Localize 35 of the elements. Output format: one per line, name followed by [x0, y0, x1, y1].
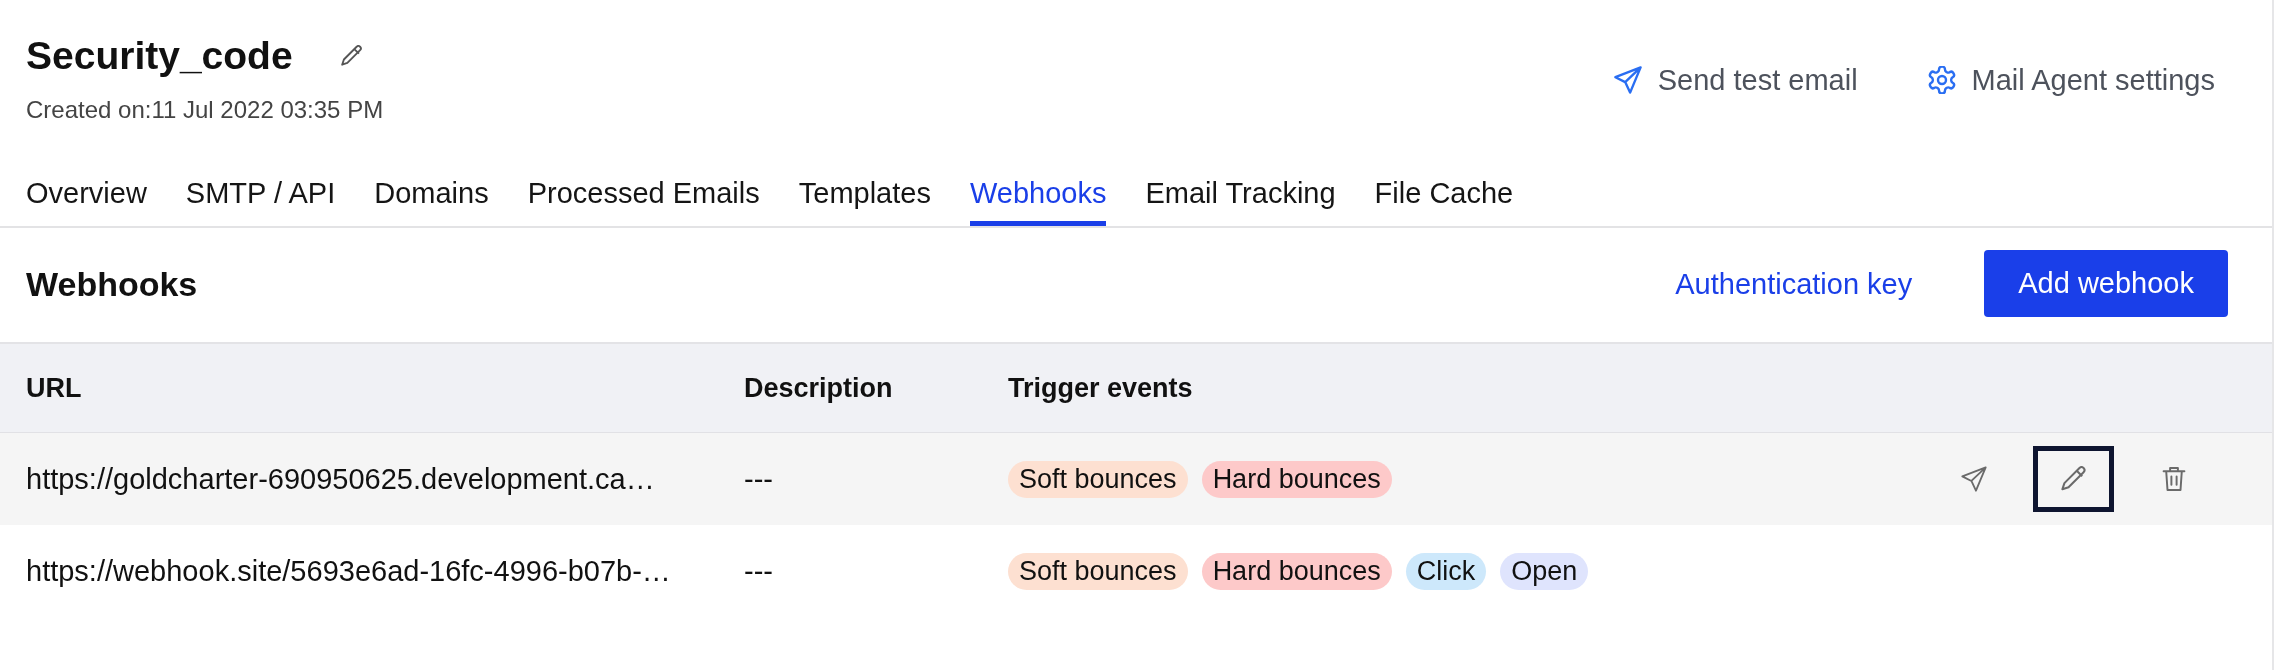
gear-icon — [1927, 66, 1956, 94]
column-header: Trigger events — [1008, 372, 1193, 404]
webhook-url: https://webhook.site/5693e6ad-16fc-4996-b07b-… — [26, 554, 671, 588]
tab[interactable]: Processed Emails — [527, 175, 760, 226]
pencil-icon[interactable] — [340, 45, 363, 67]
send-test-button[interactable]: Send test email — [1613, 60, 1858, 100]
tab[interactable]: Overview — [26, 175, 147, 226]
paper-plane-icon — [1613, 66, 1642, 94]
paper-plane-icon — [1960, 466, 1987, 492]
created-date: Created on:11 Jul 2022 03:35 PM — [26, 95, 384, 125]
tab[interactable]: SMTP / API — [185, 175, 336, 226]
event-tag: Hard bounces — [1201, 460, 1392, 498]
section-title: Webhooks — [26, 263, 198, 305]
settings-button[interactable]: Mail Agent settings — [1927, 60, 2215, 100]
tab[interactable]: File Cache — [1374, 175, 1514, 226]
tab[interactable]: Webhooks — [969, 175, 1107, 226]
edit-button[interactable] — [2033, 446, 2114, 512]
event-tag: Soft bounces — [1008, 460, 1188, 498]
event-tag: Hard bounces — [1201, 552, 1392, 590]
trash-icon — [2160, 466, 2187, 492]
tab[interactable]: Email Tracking — [1145, 175, 1336, 226]
description-text: --- — [744, 554, 773, 588]
column-header: Description — [744, 372, 893, 404]
add-webhook-button[interactable]: Add webhook — [1984, 250, 2228, 317]
webhook-url: https://goldcharter-690950625.development.ca… — [26, 462, 655, 496]
description-text: --- — [744, 462, 773, 496]
pencil-icon — [2060, 466, 2087, 492]
event-tag: Soft bounces — [1008, 552, 1188, 590]
event-tag: Click — [1405, 552, 1487, 590]
tab[interactable]: Templates — [798, 175, 931, 226]
authentication-key-link[interactable]: Authentication key — [1675, 263, 1913, 304]
event-tag: Open — [1500, 552, 1589, 590]
page-title: Security_code — [26, 33, 293, 79]
tab[interactable]: Domains — [374, 175, 489, 226]
column-header: URL — [26, 372, 82, 404]
